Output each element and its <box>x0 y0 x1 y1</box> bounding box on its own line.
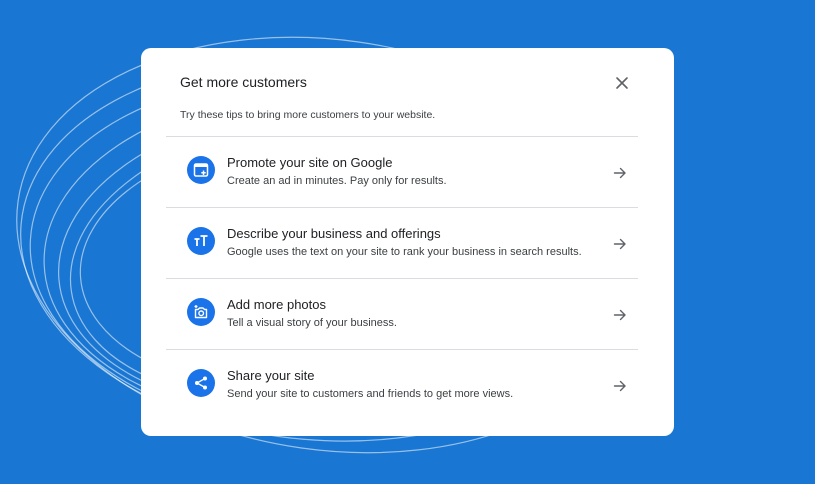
ad-window-icon <box>187 156 215 184</box>
tip-item-share[interactable]: Share your site Send your site to custom… <box>166 349 638 420</box>
tip-item-promote[interactable]: Promote your site on Google Create an ad… <box>166 136 638 207</box>
close-icon <box>616 77 628 89</box>
tip-description: Tell a visual story of your business. <box>227 317 397 329</box>
arrow-right-icon <box>613 167 626 179</box>
tip-description: Create an ad in minutes. Pay only for re… <box>227 175 447 187</box>
dialog-title: Get more customers <box>180 74 307 90</box>
get-more-customers-dialog: Get more customers Try these tips to bri… <box>141 48 674 436</box>
tips-list: Promote your site on Google Create an ad… <box>166 136 638 420</box>
tip-title: Share your site <box>227 368 315 383</box>
share-icon <box>187 369 215 397</box>
arrow-right-icon <box>613 238 626 250</box>
add-photo-icon <box>187 298 215 326</box>
tip-title: Add more photos <box>227 297 327 312</box>
tip-title: Describe your business and offerings <box>227 226 441 241</box>
dialog-subtitle: Try these tips to bring more customers t… <box>180 109 436 121</box>
tip-description: Google uses the text on your site to ran… <box>227 246 582 258</box>
close-button[interactable] <box>610 71 634 95</box>
tip-title: Promote your site on Google <box>227 155 393 170</box>
tip-description: Send your site to customers and friends … <box>227 388 514 400</box>
tip-item-photos[interactable]: Add more photos Tell a visual story of y… <box>166 278 638 349</box>
text-size-icon <box>187 227 215 255</box>
tip-item-describe[interactable]: Describe your business and offerings Goo… <box>166 207 638 278</box>
arrow-right-icon <box>613 309 626 321</box>
arrow-right-icon <box>613 380 626 392</box>
